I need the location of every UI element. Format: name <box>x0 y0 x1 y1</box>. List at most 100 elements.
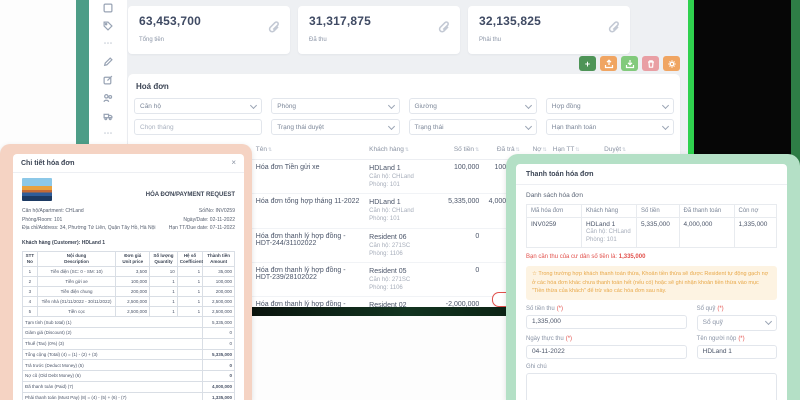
paperclip-icon <box>437 21 450 39</box>
cell-customer: HDLand 1Căn hộ: CHLandPhòng: 101 <box>366 160 442 194</box>
cell-paid: 4,000,000 <box>679 218 734 248</box>
cell-customer: Resident 06Căn hộ: 271SCPhòng: 1106 <box>366 228 442 262</box>
col-name[interactable]: Tên⇅ <box>253 140 366 160</box>
card-collected-value: 31,317,875 <box>309 14 371 28</box>
date-input[interactable] <box>526 345 687 359</box>
filter-approve-status[interactable]: Trạng thái duyệt <box>271 119 399 135</box>
card-receivable-label: Phải thu <box>479 37 501 43</box>
background-green-line <box>688 0 694 158</box>
chevron-down-icon <box>662 122 669 129</box>
doc-fields-left: Căn hộ/Apartment: CHLand Phòng/Room: 101… <box>22 207 155 233</box>
import-button[interactable] <box>621 56 638 71</box>
payer-label: Tên người nộp(*) <box>697 336 777 342</box>
overpayment-warning: ☆ Trong trường hợp khách thanh toán thừa… <box>526 266 777 300</box>
fund-label: Sổ quỹ(*) <box>697 306 777 312</box>
doc-summary-row: Thuế (Tax) (0%) (3)0 <box>23 338 235 349</box>
payment-title: Thanh toán hóa đơn <box>516 171 787 185</box>
doc-item-row: 2Tiền gửi xe100,00011100,000 <box>23 277 235 287</box>
doc-summary-row: Tạm tính (Sub total) (1)5,335,000 <box>23 317 235 327</box>
ellipsis-icon: ⋯ <box>103 38 114 49</box>
doc-summary-row: Giảm giá (Discount) (2)0 <box>23 327 235 338</box>
filter-row-1: Căn hộ Phòng Giường Hợp đồng <box>134 98 674 114</box>
sort-icon: ⇅ <box>475 147 479 153</box>
amount-due-note: Bạn cần thu của cư dân số tiền là: 1,335… <box>526 254 777 260</box>
cell-name: Hóa đơn thanh lý hợp đồng - HDT-239/2810… <box>253 262 366 296</box>
col-amount[interactable]: Số tiền⇅ <box>442 140 483 160</box>
cell-amount: 5,335,000 <box>637 218 680 248</box>
gear-icon <box>667 59 677 69</box>
note-textarea[interactable] <box>526 373 777 400</box>
doc-items-table: STTNo Nội dungDescription Đơn giáUnit pr… <box>22 251 235 318</box>
filter-due-date[interactable]: Hạn thanh toán <box>546 119 674 135</box>
detail-title: Chi tiết hóa đơn <box>21 160 75 167</box>
screenshot-stage: ⋯ ⋯ 63,453,700 Tổng tiền 31,317,875 Đã t… <box>0 0 800 400</box>
cell-name: Hóa đơn Tiền gửi xe <box>253 160 366 194</box>
filter-room[interactable]: Phòng <box>271 98 399 114</box>
sort-icon: ⇅ <box>268 147 272 153</box>
close-icon[interactable]: × <box>231 159 236 167</box>
cell-amount: 0 <box>442 262 483 296</box>
sort-icon: ⇅ <box>405 147 409 153</box>
pen-icon[interactable] <box>103 56 114 67</box>
chevron-down-icon <box>765 318 772 325</box>
sort-icon: ⇅ <box>543 147 547 153</box>
invoice-toolbar: + <box>579 56 680 71</box>
fund-select[interactable]: Sổ quỹ <box>697 315 777 331</box>
tag-icon[interactable] <box>103 20 114 31</box>
doc-item-row: 4Tiền nhà (01/11/2022 - 30/11/2022)2,500… <box>23 297 235 307</box>
summary-cards: 63,453,700 Tổng tiền 31,317,875 Đã thu 3… <box>128 6 630 54</box>
users-icon[interactable] <box>103 92 114 103</box>
star-icon: ☆ <box>532 271 537 277</box>
filter-contract[interactable]: Hợp đồng <box>546 98 674 114</box>
plus-icon: + <box>585 59 590 69</box>
truck-icon[interactable] <box>103 110 114 121</box>
payment-panel: Thanh toán hóa đơn Danh sách hóa đơn Mã … <box>516 164 787 400</box>
add-button[interactable]: + <box>579 56 596 71</box>
doc-summary-row: Tổng cộng (Total) (4) = (1) - (2) + (3)5… <box>23 349 235 360</box>
cell-amount: 100,000 <box>442 160 483 194</box>
ellipsis-icon: ⋯ <box>103 128 114 139</box>
amount-label: Số tiền thu(*) <box>526 306 687 312</box>
invoice-detail-panel: Chi tiết hóa đơn × HÓA ĐƠN/PAYMENT REQUE… <box>13 154 244 400</box>
settings-button[interactable] <box>663 56 680 71</box>
delete-button[interactable] <box>642 56 659 71</box>
doc-summary-row: Đã thanh toán (Paid) (7)4,000,000 <box>23 381 235 392</box>
filter-month-input[interactable]: Chọn tháng <box>134 119 262 135</box>
filter-bed[interactable]: Giường <box>409 98 537 114</box>
cell-code: INV0259 <box>527 218 582 248</box>
doc-room: Phòng/Room: 101 <box>22 216 155 225</box>
cell-customer: HDLand 1Căn hộ: CHLandPhòng: 101 <box>366 194 442 228</box>
doc-fields-right: Số/No: INV0259 Ngày/Date: 02-11-2022 Hạn… <box>169 207 235 233</box>
cell-debt: 1,335,000 <box>734 218 777 248</box>
doc-item-row: 1Tiền điện (SC: 0 - SM: 10)3,50010135,00… <box>23 267 235 277</box>
col-customer[interactable]: Khách hàng⇅ <box>366 140 442 160</box>
sort-icon: ⇅ <box>516 147 520 153</box>
cell-customer: Resident 05Căn hộ: 271SCPhòng: 1106 <box>366 262 442 296</box>
doc-summary-table: Tạm tính (Sub total) (1)5,335,000 Giảm g… <box>22 317 235 400</box>
doc-summary-row: Phải thanh toán (Must Pay) (8) = (4) - (… <box>23 392 235 400</box>
square-icon[interactable] <box>103 2 114 13</box>
doc-customer: Khách hàng (Customer): HDLand 1 <box>22 240 235 246</box>
chevron-down-icon <box>525 122 532 129</box>
paperclip-icon <box>607 21 620 39</box>
filter-status[interactable]: Trạng thái <box>409 119 537 135</box>
amount-input[interactable] <box>526 315 687 329</box>
export-button[interactable] <box>600 56 617 71</box>
detail-header: Chi tiết hóa đơn × <box>13 154 244 173</box>
card-total: 63,453,700 Tổng tiền <box>128 6 290 54</box>
chevron-down-icon <box>525 101 532 108</box>
download-icon <box>625 59 635 69</box>
payment-form: Số tiền thu(*) Sổ quỹ(*) Sổ quỹ Ngày thự… <box>526 306 777 400</box>
invoice-panel-title: Hoá đơn <box>136 82 674 91</box>
payer-input[interactable] <box>697 345 777 359</box>
filter-apartment[interactable]: Căn hộ <box>134 98 262 114</box>
note-label: Ghi chú <box>526 364 777 370</box>
payment-request-document: HÓA ĐƠN/PAYMENT REQUEST Căn hộ/Apartment… <box>13 173 244 400</box>
doc-summary-row: Nợ cũ (Old Debt Money) (6)0 <box>23 371 235 382</box>
edit-icon[interactable] <box>103 74 114 85</box>
upload-icon <box>604 59 614 69</box>
card-receivable: 32,135,825 Phải thu <box>468 6 630 54</box>
doc-item-row: 5Tiền cọc2,500,000112,500,000 <box>23 307 235 317</box>
document-title: HÓA ĐƠN/PAYMENT REQUEST <box>146 192 235 198</box>
payment-invoice-table: Mã hóa đơn Khách hàng Số tiền Đã thanh t… <box>526 204 777 248</box>
